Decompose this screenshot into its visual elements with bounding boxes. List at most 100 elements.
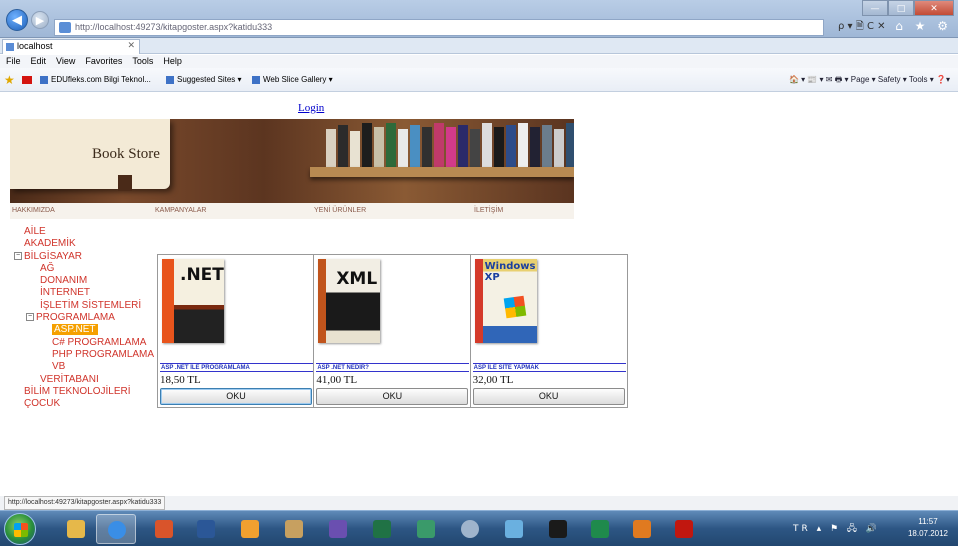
command-bar[interactable]: 🏠 ▾ 📰 ▾ ✉ 🖶 ▾ Page ▾ Safety ▾ Tools ▾ ❓▾ [789, 68, 950, 92]
forward-button[interactable]: ▶ [31, 11, 49, 29]
windows-logo-icon [503, 295, 526, 319]
address-controls[interactable]: ρ ▾ 🗎 C ✕ [838, 19, 885, 36]
system-tray[interactable]: TR ▴ ⚑ 🖧 🔊 [793, 521, 880, 537]
tools-icon[interactable] [274, 514, 314, 544]
back-button[interactable]: ◀ [6, 9, 28, 31]
status-url: http://localhost:49273/kitapgoster.aspx?… [4, 496, 166, 510]
menu-file[interactable]: File [6, 55, 21, 68]
category-cocuk[interactable]: ÇOCUK [14, 398, 154, 410]
publisher-icon[interactable] [406, 514, 446, 544]
browser-titlebar: ◀ ▶ http://localhost:49273/kitapgoster.a… [0, 0, 958, 38]
home-favorites-tools-icons[interactable]: ⌂ ★ ⚙ [895, 19, 952, 33]
oku-button[interactable]: OKU [316, 388, 469, 405]
product-card: .NET ASP .NET İLE PROGRAMLAMA 18,50 TL O… [158, 255, 315, 407]
tab-localhost[interactable]: localhost ✕ [2, 39, 140, 54]
acrobat-icon[interactable] [664, 514, 704, 544]
book-cover-image[interactable]: Windows XP [474, 259, 537, 343]
menu-edit[interactable]: Edit [31, 55, 47, 68]
paint-icon[interactable] [450, 514, 490, 544]
visual-studio-icon[interactable] [318, 514, 358, 544]
fav-suggested-sites[interactable]: Suggested Sites ▾ [166, 68, 242, 92]
product-card: Windows XP ASP İLE SİTE YAPMAK 32,00 TL … [471, 255, 627, 407]
page-content: Login Book Store HAKKIMIZDA KAMPANYALAR … [0, 92, 958, 496]
category-bilgisayar[interactable]: − BİLGİSAYAR [14, 251, 154, 263]
page-icon [59, 22, 71, 33]
outlook-icon[interactable] [230, 514, 270, 544]
oku-button[interactable]: OKU [160, 388, 312, 405]
youtube-icon[interactable] [22, 68, 32, 92]
category-php[interactable]: PHP PROGRAMLAMA [14, 349, 154, 361]
collapse-icon[interactable]: − [14, 251, 22, 260]
windows-logo-icon [14, 523, 28, 537]
menu-favorites[interactable]: Favorites [85, 55, 122, 68]
selected-category-label: ASP.NET [52, 324, 98, 336]
notepad-icon[interactable] [494, 514, 534, 544]
start-button[interactable] [4, 513, 36, 545]
cover-stripe [162, 259, 174, 343]
category-csharp[interactable]: C# PROGRAMLAMA [14, 337, 154, 349]
bookstore-banner: Book Store [10, 119, 574, 203]
fav-edufleks[interactable]: EDUfleks.com Bilgi Teknol... [40, 68, 151, 92]
category-donanim[interactable]: DONANIM [14, 275, 154, 287]
command-prompt-icon[interactable] [538, 514, 578, 544]
collapse-icon[interactable]: − [26, 313, 34, 322]
top-navigation: HAKKIMIZDA KAMPANYALAR YENİ ÜRÜNLER İLET… [10, 203, 574, 219]
category-aspnet[interactable]: ASP.NET [14, 324, 154, 336]
nav-hakkimizda[interactable]: HAKKIMIZDA [12, 207, 55, 214]
category-isletim-sistemleri[interactable]: İŞLETİM SİSTEMLERİ [14, 300, 154, 312]
favorites-bar: ★ EDUfleks.com Bilgi Teknol... Suggested… [0, 68, 958, 92]
excel-file-icon[interactable] [580, 514, 620, 544]
minimize-icon[interactable]: — [862, 0, 888, 16]
category-akademik[interactable]: AKADEMİK [14, 238, 154, 250]
category-vb[interactable]: VB [14, 361, 154, 373]
maximize-icon[interactable]: □ [888, 0, 914, 16]
product-price: 18,50 TL [160, 374, 201, 386]
address-bar[interactable]: http://localhost:49273/kitapgoster.aspx?… [54, 19, 824, 36]
login-link[interactable]: Login [298, 102, 324, 114]
favorites-star-icon[interactable]: ★ [4, 68, 15, 94]
fav-web-slice-gallery[interactable]: Web Slice Gallery ▾ [252, 68, 333, 92]
status-bar: http://localhost:49273/kitapgoster.aspx?… [0, 496, 958, 510]
window-controls: — □ ✕ [862, 0, 954, 16]
clock-time: 11:57 [918, 517, 938, 526]
word-icon[interactable] [186, 514, 226, 544]
product-price: 41,00 TL [316, 374, 358, 386]
nav-iletisim[interactable]: İLETİŞİM [474, 207, 503, 214]
category-programlama[interactable]: − PROGRAMLAMA [14, 312, 154, 324]
product-name[interactable]: ASP İLE SİTE YAPMAK [472, 363, 626, 372]
product-name[interactable]: ASP .NET İLE PROGRAMLAMA [160, 363, 313, 372]
nav-kampanyalar[interactable]: KAMPANYALAR [155, 207, 206, 214]
banner-title: Book Store [92, 146, 160, 162]
product-price: 32,00 TL [472, 374, 514, 386]
internet-explorer-icon[interactable] [96, 514, 136, 544]
category-internet[interactable]: İNTERNET [14, 287, 154, 299]
category-tree: AİLE AKADEMİK − BİLGİSAYAR AĞ DONANIM İNT… [14, 226, 154, 410]
tab-close-icon[interactable]: ✕ [127, 40, 135, 53]
book-ribbon [118, 175, 132, 191]
tab-title: localhost [17, 41, 53, 51]
cover-stripe [318, 259, 327, 343]
product-grid: .NET ASP .NET İLE PROGRAMLAMA 18,50 TL O… [157, 254, 628, 408]
clock-date: 18.07.2012 [907, 529, 948, 538]
category-bilim-teknolojileri[interactable]: BİLİM TEKNOLOJİLERİ [14, 386, 154, 398]
close-icon[interactable]: ✕ [914, 0, 954, 16]
media-player-icon[interactable] [622, 514, 662, 544]
cover-stripe [474, 259, 483, 343]
category-veritabani[interactable]: VERİTABANI [14, 374, 154, 386]
product-name[interactable]: ASP .NET NEDİR? [316, 363, 470, 372]
oku-button[interactable]: OKU [472, 388, 625, 405]
excel-icon[interactable] [362, 514, 402, 544]
category-ag[interactable]: AĞ [14, 263, 154, 275]
windows-taskbar: TR ▴ ⚑ 🖧 🔊 11:57 18.07.2012 [0, 510, 958, 546]
menu-bar: File Edit View Favorites Tools Help [0, 55, 958, 68]
nav-yeni-urunler[interactable]: YENİ ÜRÜNLER [314, 207, 366, 214]
powerpoint-icon[interactable] [144, 514, 184, 544]
explorer-icon[interactable] [56, 514, 96, 544]
menu-help[interactable]: Help [163, 55, 182, 68]
category-aile[interactable]: AİLE [14, 226, 154, 238]
menu-view[interactable]: View [56, 55, 75, 68]
book-cover-image[interactable]: XML [318, 259, 381, 343]
book-cover-image[interactable]: .NET [162, 259, 224, 343]
taskbar-clock[interactable]: 11:57 18.07.2012 [908, 516, 948, 540]
menu-tools[interactable]: Tools [132, 55, 153, 68]
